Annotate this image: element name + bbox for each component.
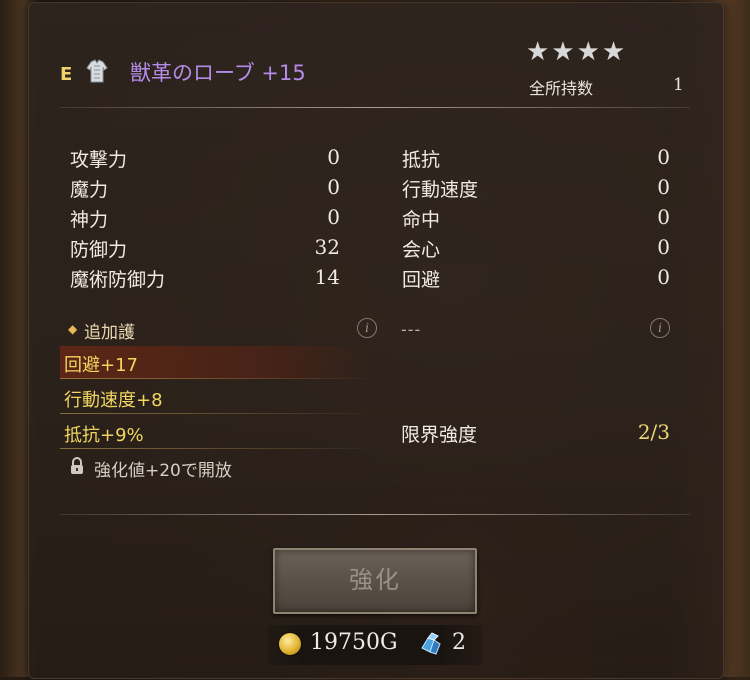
locked-option-row: 強化値+20で開放	[60, 452, 364, 482]
stat-value-resist: 0	[657, 145, 670, 169]
option-text: 行動速度+8	[64, 390, 163, 411]
stat-value-defense: 32	[314, 235, 340, 259]
rank-badge: E	[60, 64, 73, 85]
robe-armor-icon	[86, 59, 108, 83]
diamond-icon: ◆	[68, 322, 78, 336]
stat-value-accuracy: 0	[657, 205, 670, 229]
option-row: 抵抗+9%	[60, 416, 364, 449]
option-divider	[60, 448, 364, 449]
stat-label-accuracy: 命中	[402, 209, 441, 231]
gold-cost-value: 19750G	[310, 630, 398, 655]
stat-value-magic-defense: 14	[314, 265, 340, 289]
stat-label-magic-defense: 魔術防御力	[70, 269, 166, 291]
stat-label-magic: 魔力	[70, 179, 109, 201]
gold-coin-icon	[279, 633, 301, 655]
option-text: 抵抗+9%	[64, 425, 144, 446]
stat-label-defense: 防御力	[70, 239, 128, 261]
option-divider	[60, 413, 364, 414]
stat-value-speed: 0	[657, 175, 670, 199]
divider-top	[60, 107, 690, 108]
divider-bottom	[60, 514, 690, 515]
stat-label-evasion: 回避	[402, 269, 441, 291]
info-icon[interactable]: i	[650, 318, 670, 338]
option-row: 行動速度+8	[60, 381, 364, 414]
locked-option-text: 強化値+20で開放	[94, 461, 232, 481]
stat-value-critical: 0	[657, 235, 670, 259]
enhance-button[interactable]: 強化	[273, 548, 477, 614]
stat-label-critical: 会心	[402, 239, 441, 261]
owned-count-value: 1	[673, 75, 684, 95]
limit-strength-value: 2/3	[637, 420, 670, 444]
lock-icon	[71, 457, 83, 474]
item-name: 獣革のローブ +15	[130, 61, 306, 85]
option-text: 回避+17	[64, 355, 138, 376]
stat-value-evasion: 0	[657, 265, 670, 289]
limit-strength-label: 限界強度	[401, 424, 478, 446]
additional-options-label: 追加護	[84, 323, 135, 343]
enhance-stone-icon	[421, 632, 441, 655]
stat-label-speed: 行動速度	[402, 179, 479, 201]
stat-value-divine: 0	[327, 205, 340, 229]
option-row: 回避+17	[60, 346, 364, 379]
stat-label-attack: 攻撃力	[70, 149, 128, 171]
additional-right-placeholder: ---	[401, 320, 422, 339]
stat-value-magic: 0	[327, 175, 340, 199]
stat-value-attack: 0	[327, 145, 340, 169]
stat-label-divine: 神力	[70, 209, 109, 231]
info-icon[interactable]: i	[357, 318, 377, 338]
additional-options-header: ◆ 追加護	[60, 318, 360, 346]
option-divider	[60, 378, 364, 379]
owned-count-label: 全所持数	[529, 79, 594, 98]
rarity-stars: ★★★★	[526, 37, 628, 67]
stone-cost-value: 2	[452, 630, 466, 655]
stat-label-resist: 抵抗	[402, 149, 441, 171]
